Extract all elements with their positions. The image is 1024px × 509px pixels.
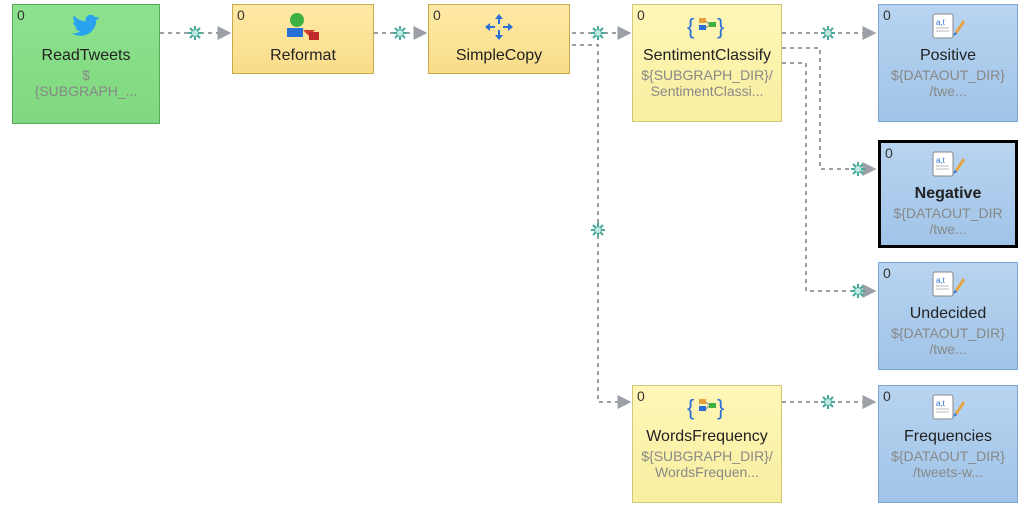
node-readtweets[interactable]: 0 ReadTweets $ {SUBGRAPH_... [12,4,160,124]
svg-text:{: { [687,395,694,420]
edge-wordsfreq-frequencies [782,395,875,409]
node-count: 0 [885,145,893,161]
file-write-icon: a,t [931,390,965,426]
svg-text:a,t: a,t [936,156,946,165]
simplecopy-icon [481,9,517,45]
subgraph-icon: { } [687,9,727,45]
reformat-icon [283,9,323,45]
edge-sentiment-negative [782,48,875,176]
svg-text:a,t: a,t [936,399,946,408]
node-sublabel: ${DATAOUT_DIR} /twe... [887,325,1009,357]
node-negative[interactable]: 0 a,t Negative ${DATAOUT_DIR /twe... [878,140,1018,248]
edge-simplecopy-sentiment [572,26,630,40]
node-count: 0 [237,7,245,23]
node-sublabel: ${SUBGRAPH_DIR}/ SentimentClassi... [637,67,777,99]
node-count: 0 [17,7,25,23]
edge-simplecopy-wordsfreq [572,45,630,402]
node-count: 0 [883,7,891,23]
file-write-icon: a,t [931,9,965,45]
svg-text:}: } [717,14,724,39]
node-sublabel: $ {SUBGRAPH_... [31,67,142,99]
node-sentimentclassify[interactable]: 0 { } SentimentClassify ${SUBGRAPH_DIR}/… [632,4,782,122]
edge-sentiment-undecided [782,63,875,298]
node-label: Undecided [910,305,987,323]
node-label: WordsFrequency [646,428,768,446]
node-sublabel: ${SUBGRAPH_DIR}/ WordsFrequen... [637,448,777,480]
file-write-icon: a,t [931,147,965,183]
node-frequencies[interactable]: 0 a,t Frequencies ${DATAOUT_DIR} /tweets… [878,385,1018,503]
node-label: Reformat [270,47,336,65]
subgraph-icon: { } [687,390,727,426]
edge-sentiment-positive [782,26,875,40]
node-count: 0 [433,7,441,23]
file-write-icon: a,t [931,267,965,303]
node-count: 0 [637,388,645,404]
node-label: SimpleCopy [456,47,542,65]
node-count: 0 [637,7,645,23]
node-sublabel: ${DATAOUT_DIR} /tweets-w... [887,448,1009,480]
svg-text:}: } [717,395,724,420]
node-label: Negative [915,185,982,203]
node-simplecopy[interactable]: 0 SimpleCopy [428,4,570,74]
node-undecided[interactable]: 0 a,t Undecided ${DATAOUT_DIR} /twe... [878,262,1018,370]
svg-text:a,t: a,t [936,276,946,285]
node-label: ReadTweets [42,47,131,65]
node-label: SentimentClassify [643,47,771,65]
node-wordsfrequency[interactable]: 0 { } WordsFrequency ${SUBGRAPH_DIR}/ Wo… [632,385,782,503]
twitter-icon [69,9,103,45]
node-label: Frequencies [904,428,992,446]
svg-text:a,t: a,t [936,18,946,27]
edge-readtweets-reformat [160,26,230,40]
svg-text:{: { [687,14,694,39]
node-positive[interactable]: 0 a,t Positive ${DATAOUT_DIR} /twe... [878,4,1018,122]
node-count: 0 [883,388,891,404]
node-sublabel: ${DATAOUT_DIR /twe... [889,205,1006,237]
node-label: Positive [920,47,976,65]
node-reformat[interactable]: 0 Reformat [232,4,374,74]
node-sublabel: ${DATAOUT_DIR} /twe... [887,67,1009,99]
edge-reformat-simplecopy [374,26,426,40]
node-count: 0 [883,265,891,281]
